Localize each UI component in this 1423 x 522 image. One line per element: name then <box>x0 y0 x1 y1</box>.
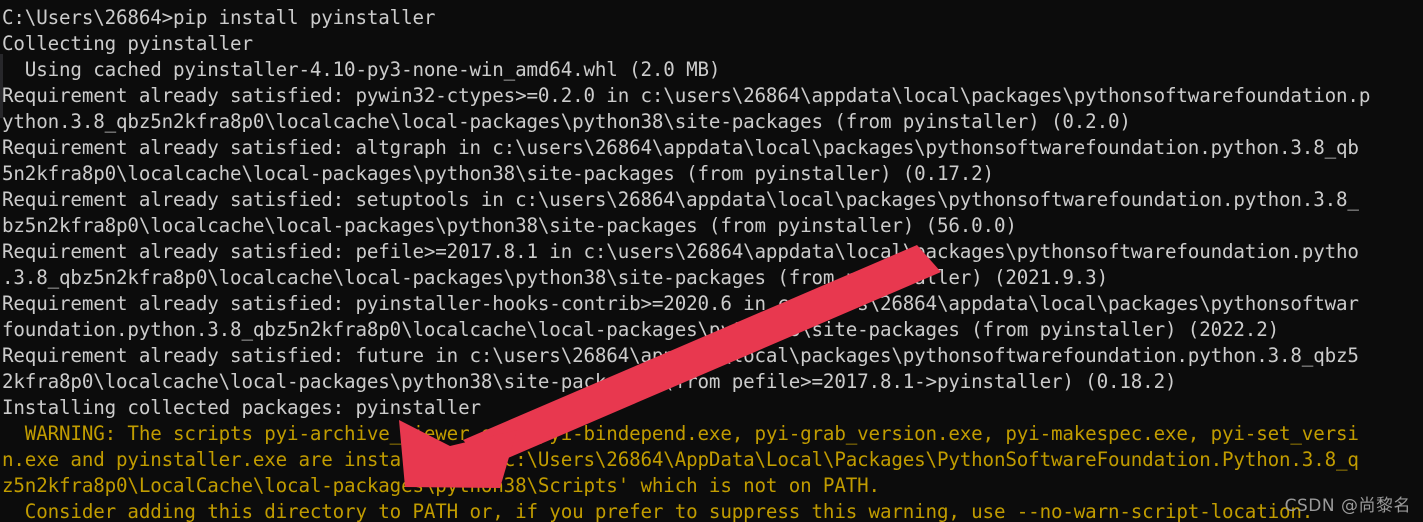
console-line: 2kfra8p0\localcache\local-packages\pytho… <box>2 370 1177 393</box>
console-line: Requirement already satisfied: altgraph … <box>2 136 1359 159</box>
console-line: Using cached pyinstaller-4.10-py3-none-w… <box>2 58 721 81</box>
console-line: ython.3.8_qbz5n2kfra8p0\localcache\local… <box>2 110 1131 133</box>
console-output: C:\Users\26864>pip install pyinstaller Co… <box>0 0 1423 522</box>
console-line: WARNING: The scripts pyi-archive_viewer.… <box>2 422 1359 445</box>
csdn-watermark: CSDN @尚黎名 <box>1284 496 1411 516</box>
console-line: bz5n2kfra8p0\localcache\local-packages\p… <box>2 214 1017 237</box>
console-line: Requirement already satisfied: setuptool… <box>2 188 1359 211</box>
console-line: Requirement already satisfied: future in… <box>2 344 1359 367</box>
console-line: z5n2kfra8p0\LocalCache\local-packages\py… <box>2 474 880 497</box>
console-line: n.exe and pyinstaller.exe are installed … <box>2 448 1359 471</box>
console-line: Collecting pyinstaller <box>2 32 253 55</box>
console-line: Requirement already satisfied: pywin32-c… <box>2 84 1371 107</box>
command-prompt-window[interactable]: C:\Users\26864>pip install pyinstaller Co… <box>0 0 1423 522</box>
console-line: Requirement already satisfied: pyinstall… <box>2 292 1359 315</box>
console-line: C:\Users\26864>pip install pyinstaller <box>2 6 436 29</box>
console-line: .3.8_qbz5n2kfra8p0\localcache\local-pack… <box>2 266 1108 289</box>
console-line: foundation.python.3.8_qbz5n2kfra8p0\loca… <box>2 318 1280 341</box>
console-line: 5n2kfra8p0\localcache\local-packages\pyt… <box>2 162 994 185</box>
console-line: Consider adding this directory to PATH o… <box>2 500 1314 522</box>
console-line: Requirement already satisfied: pefile>=2… <box>2 240 1359 263</box>
console-line: Installing collected packages: pyinstall… <box>2 396 481 419</box>
